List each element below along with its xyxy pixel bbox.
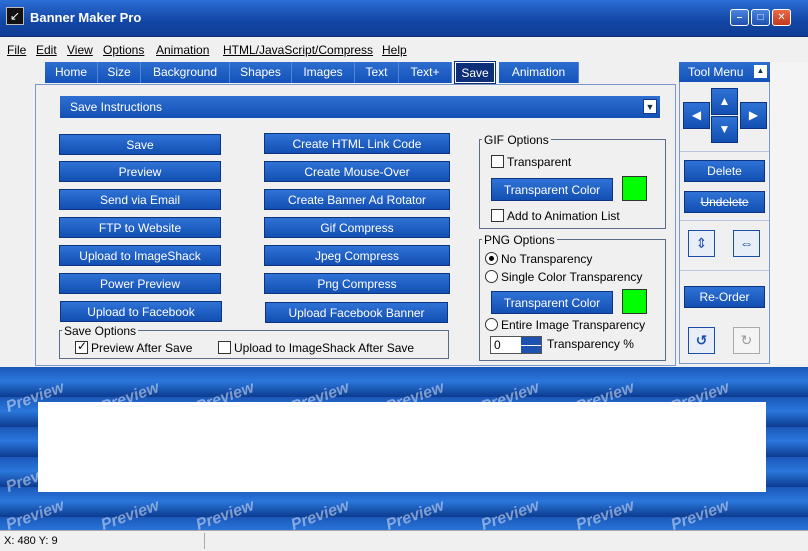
menu-help[interactable]: Help — [382, 43, 407, 57]
status-bar: X: 480 Y: 9 — [0, 530, 808, 551]
gif-color-swatch[interactable] — [622, 176, 647, 201]
tab-background[interactable]: Background — [141, 62, 230, 83]
close-button[interactable]: ✕ — [772, 9, 791, 26]
tab-size[interactable]: Size — [98, 62, 141, 83]
no-transparency-radio[interactable] — [485, 252, 498, 265]
tool-divider — [680, 270, 769, 271]
upload-imageshack-button[interactable]: Upload to ImageShack — [59, 245, 221, 266]
no-transparency-label: No Transparency — [501, 252, 593, 266]
create-html-link-button[interactable]: Create HTML Link Code — [264, 133, 450, 154]
watermark: Preview — [3, 497, 67, 530]
tab-save[interactable]: Save — [454, 61, 496, 84]
send-email-button[interactable]: Send via Email — [59, 189, 221, 210]
menu-edit[interactable]: Edit — [36, 43, 57, 57]
watermark: Preview — [98, 497, 162, 530]
transparency-value[interactable]: 0 — [494, 338, 501, 352]
single-color-label: Single Color Transparency — [501, 270, 643, 284]
add-to-animation-checkbox[interactable] — [491, 209, 504, 222]
gif-compress-button[interactable]: Gif Compress — [264, 217, 450, 238]
align-vertical-icon[interactable]: ⇕ — [688, 230, 715, 257]
single-color-radio[interactable] — [485, 270, 498, 283]
tool-divider — [680, 220, 769, 221]
watermark: Preview — [573, 497, 637, 530]
add-to-animation-label: Add to Animation List — [507, 209, 620, 223]
save-instructions-label: Save Instructions — [70, 100, 163, 114]
save-button[interactable]: Save — [59, 134, 221, 155]
arrow-up-icon[interactable]: ▲ — [711, 88, 738, 115]
maximize-button[interactable]: □ — [751, 9, 770, 26]
banner-canvas[interactable] — [38, 402, 766, 492]
preview-after-save-label: Preview After Save — [91, 341, 193, 355]
watermark: Preview — [668, 497, 732, 530]
transparency-spinner[interactable]: 0 — [490, 336, 542, 354]
delete-button[interactable]: Delete — [684, 160, 765, 182]
png-color-swatch[interactable] — [622, 289, 647, 314]
png-compress-button[interactable]: Png Compress — [264, 273, 450, 294]
tab-images[interactable]: Images — [292, 62, 355, 83]
coords-readout: X: 480 Y: 9 — [0, 533, 205, 549]
entire-image-radio[interactable] — [485, 318, 498, 331]
menu-animation[interactable]: Animation — [156, 43, 209, 57]
window-title: Banner Maker Pro — [30, 10, 142, 25]
upload-facebook-banner-button[interactable]: Upload Facebook Banner — [265, 302, 448, 323]
upload-after-save-label: Upload to ImageShack After Save — [234, 341, 415, 355]
tab-text-plus[interactable]: Text+ — [399, 62, 452, 83]
preview-button[interactable]: Preview — [59, 161, 221, 182]
menu-view[interactable]: View — [67, 43, 93, 57]
tab-text[interactable]: Text — [355, 62, 399, 83]
tool-menu-title: Tool Menu — [688, 65, 744, 79]
png-transparent-color-button[interactable]: Transparent Color — [491, 291, 613, 314]
menu-bar: File Edit View Options Animation HTML/Ja… — [0, 37, 808, 59]
upload-after-save-checkbox[interactable] — [218, 341, 231, 354]
chevron-down-icon[interactable]: ▼ — [643, 99, 657, 114]
spin-down-icon[interactable] — [521, 345, 541, 353]
arrow-down-icon[interactable]: ▼ — [711, 116, 738, 143]
watermark: Preview — [288, 497, 352, 530]
undo-icon[interactable]: ↺ — [688, 327, 715, 354]
gif-options-label: GIF Options — [482, 133, 551, 147]
transparency-label: Transparency % — [547, 337, 634, 351]
arrow-left-icon[interactable]: ◀ — [683, 102, 710, 129]
undelete-button[interactable]: Undelete — [684, 191, 765, 213]
collapse-icon[interactable]: ▲ — [754, 65, 767, 78]
entire-image-label: Entire Image Transparency — [501, 318, 646, 332]
watermark: Preview — [478, 497, 542, 530]
watermark: Preview — [193, 497, 257, 530]
tool-divider — [680, 151, 769, 152]
gif-transparent-color-button[interactable]: Transparent Color — [491, 178, 613, 201]
tab-home[interactable]: Home — [45, 62, 98, 83]
save-instructions-dropdown[interactable]: Save Instructions ▼ — [60, 96, 660, 118]
preview-after-save-checkbox[interactable] — [75, 339, 88, 354]
gif-transparent-label: Transparent — [507, 155, 572, 169]
redo-icon[interactable]: ↻ — [733, 327, 760, 354]
minimize-button[interactable]: – — [730, 9, 749, 26]
create-mouseover-button[interactable]: Create Mouse-Over — [264, 161, 450, 182]
right-strip — [770, 62, 808, 364]
menu-file[interactable]: File — [7, 43, 26, 57]
tool-menu-header: Tool Menu ▲ — [679, 62, 770, 82]
reorder-button[interactable]: Re-Order — [684, 286, 765, 308]
spin-up-icon[interactable] — [521, 337, 541, 345]
app-icon: ↙ — [6, 7, 24, 25]
align-horizontal-icon[interactable]: ⇔ — [733, 230, 760, 257]
tab-shapes[interactable]: Shapes — [230, 62, 292, 83]
tab-animation[interactable]: Animation — [499, 62, 579, 83]
menu-options[interactable]: Options — [103, 43, 144, 57]
create-rotator-button[interactable]: Create Banner Ad Rotator — [264, 189, 450, 210]
arrow-right-icon[interactable]: ▶ — [740, 102, 767, 129]
watermark: Preview — [383, 497, 447, 530]
jpeg-compress-button[interactable]: Jpeg Compress — [264, 245, 450, 266]
power-preview-button[interactable]: Power Preview — [59, 273, 221, 294]
png-options-label: PNG Options — [482, 233, 557, 247]
save-options-label: Save Options — [62, 324, 139, 338]
gif-transparent-checkbox[interactable] — [491, 155, 504, 168]
ftp-button[interactable]: FTP to Website — [59, 217, 221, 238]
menu-html[interactable]: HTML/JavaScript/Compress — [223, 43, 373, 57]
upload-facebook-button[interactable]: Upload to Facebook — [60, 301, 222, 322]
title-bar: ↙ Banner Maker Pro – □ ✕ — [0, 0, 808, 37]
